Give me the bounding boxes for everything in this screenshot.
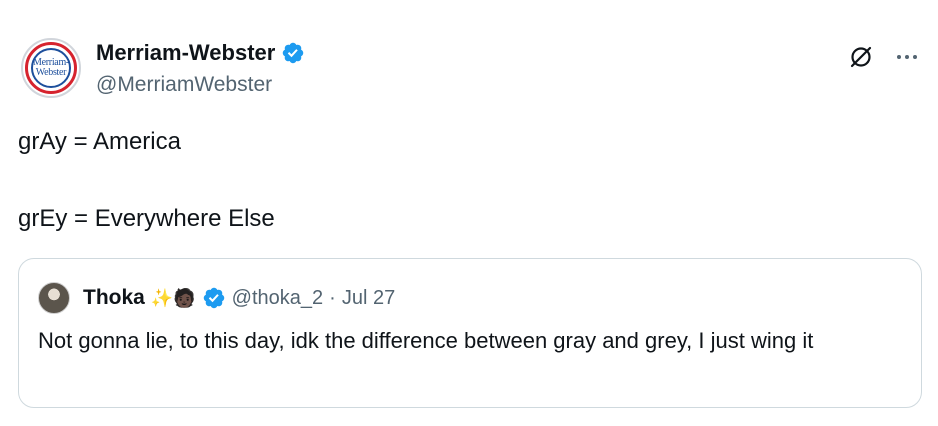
- quoted-tweet-text: Not gonna lie, to this day, idk the diff…: [38, 328, 814, 353]
- tweet-text-line2: grEy = Everywhere Else: [18, 205, 275, 232]
- logo-text-line2: Webster: [35, 67, 67, 78]
- tweet: Merriam- Webster Merriam-Webster @Merria…: [0, 0, 938, 426]
- quoted-author-avatar: [38, 282, 70, 314]
- author-avatar[interactable]: Merriam- Webster: [21, 38, 81, 98]
- author-handle[interactable]: @MerriamWebster: [96, 72, 272, 98]
- author-name-row: Merriam-Webster: [96, 40, 305, 66]
- more-options-button[interactable]: [890, 40, 924, 74]
- quoted-tweet-header: Thoka ✨🧑🏿 @thoka_2 · Jul 27: [83, 283, 395, 313]
- quoted-author-name: Thoka: [83, 286, 145, 309]
- logo-text-line1: Merriam-: [33, 57, 69, 68]
- verified-badge-icon: [203, 287, 224, 309]
- author-display-name[interactable]: Merriam-Webster: [96, 40, 275, 66]
- grok-button[interactable]: [844, 40, 878, 74]
- verified-badge-icon[interactable]: [281, 41, 305, 65]
- quoted-author-handle: @thoka_2: [231, 286, 324, 309]
- grok-icon: [850, 46, 872, 68]
- merriam-webster-logo: Merriam- Webster: [25, 42, 77, 94]
- quoted-tweet-date: Jul 27: [341, 286, 396, 309]
- meta-separator: ·: [329, 286, 336, 309]
- quoted-author-emoji: ✨🧑🏿: [150, 287, 196, 308]
- quoted-tweet[interactable]: Thoka ✨🧑🏿 @thoka_2 · Jul 27 Not gonna li…: [18, 258, 922, 408]
- tweet-text-line1: grAy = America: [18, 128, 181, 155]
- more-options-icon: [897, 55, 917, 59]
